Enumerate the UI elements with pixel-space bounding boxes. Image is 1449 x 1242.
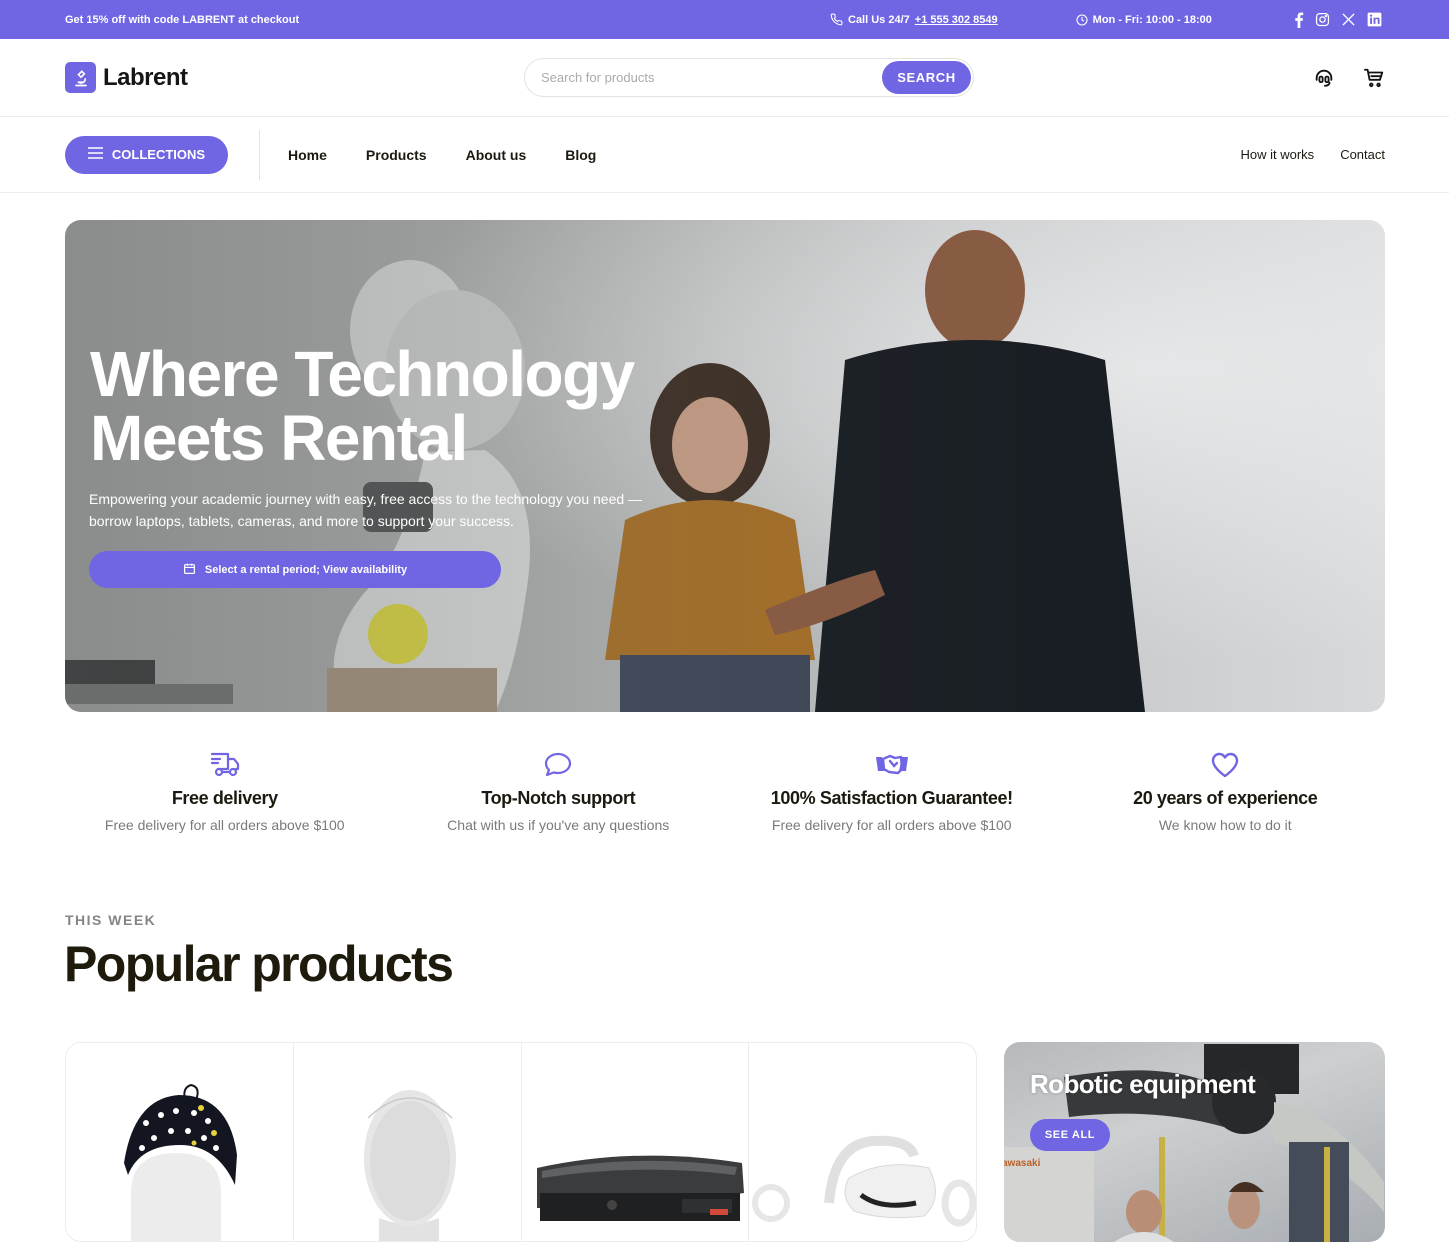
- nav-link-how-it-works[interactable]: How it works: [1241, 147, 1315, 162]
- clock-icon: [1076, 13, 1088, 26]
- feature-text: Free delivery for all orders above $100: [771, 817, 1012, 833]
- cart-icon[interactable]: [1363, 67, 1385, 94]
- feature-item: Top-Notch support Chat with us if you've…: [392, 750, 726, 833]
- product-image-ar-headset: [536, 1155, 744, 1221]
- feature-title: 20 years of experience: [1133, 788, 1318, 808]
- main-navigation: COLLECTIONS Home Products About us Blog …: [0, 117, 1449, 193]
- hero-subtitle: Empowering your academic journey with ea…: [89, 491, 643, 529]
- x-icon[interactable]: [1341, 12, 1356, 27]
- facebook-icon[interactable]: [1294, 11, 1304, 28]
- category-card-robotic-equipment[interactable]: awasaki Robotic equipment SEE ALL: [1004, 1042, 1385, 1242]
- delivery-truck-icon: [58, 750, 392, 780]
- microscope-logo-icon: [65, 62, 96, 93]
- hero-banner: Where Technology Meets Rental Empowering…: [65, 220, 1385, 712]
- linkedin-icon[interactable]: [1367, 12, 1382, 27]
- nav-link-contact[interactable]: Contact: [1340, 147, 1385, 162]
- chat-bubble-icon: [392, 750, 726, 780]
- call-info: Call Us 24/7 +1 555 302 8549: [830, 13, 998, 26]
- feature-item: 100% Satisfaction Guarantee! Free delive…: [725, 750, 1059, 833]
- feature-item: Free delivery Free delivery for all orde…: [58, 750, 392, 833]
- promo-code: LABRENT: [182, 13, 235, 26]
- see-all-button[interactable]: SEE ALL: [1030, 1119, 1110, 1151]
- hero-title: Where Technology Meets Rental: [90, 338, 635, 474]
- support-headset-icon[interactable]: [1313, 67, 1335, 94]
- brand-name: Labrent: [103, 63, 188, 91]
- nav-link-products[interactable]: Products: [366, 147, 427, 163]
- instagram-icon[interactable]: [1315, 12, 1330, 27]
- product-card[interactable]: [66, 1043, 294, 1241]
- product-image-eeg-cap: [124, 1083, 237, 1241]
- nav-link-blog[interactable]: Blog: [565, 147, 596, 163]
- rental-period-button[interactable]: Select a rental period; View availabilit…: [89, 551, 501, 588]
- promo-top-bar: Get 15% off with code LABRENT at checkou…: [0, 0, 1449, 39]
- search-button[interactable]: SEARCH: [882, 61, 971, 94]
- product-image-vr-headset: [752, 1135, 976, 1227]
- feature-title: Free delivery: [171, 788, 278, 808]
- feature-title: 100% Satisfaction Guarantee!: [770, 788, 1013, 808]
- feature-text: Chat with us if you've any questions: [447, 817, 670, 833]
- calendar-icon: [183, 562, 196, 578]
- hamburger-menu-icon: [87, 147, 103, 162]
- social-links: [1294, 11, 1382, 28]
- phone-icon: [830, 13, 843, 26]
- section-title: Popular products: [64, 936, 454, 992]
- collections-button[interactable]: COLLECTIONS: [65, 135, 228, 174]
- site-header: Labrent SEARCH: [0, 39, 1449, 117]
- product-card[interactable]: [522, 1043, 750, 1241]
- product-card[interactable]: [294, 1043, 522, 1241]
- feature-text: Free delivery for all orders above $100: [104, 817, 345, 833]
- feature-item: 20 years of experience We know how to do…: [1059, 750, 1393, 833]
- opening-hours: Mon - Fri: 10:00 - 18:00: [1076, 14, 1212, 26]
- product-image-mannequin-head: [363, 1090, 456, 1241]
- product-card[interactable]: [749, 1043, 976, 1241]
- heart-icon: [1059, 750, 1393, 780]
- category-title: Robotic equipment: [1030, 1069, 1256, 1099]
- promo-text: Get 15% off with code LABRENT at checkou…: [65, 13, 300, 26]
- nav-divider: [259, 129, 260, 180]
- brand-logo[interactable]: Labrent: [65, 62, 188, 93]
- product-grid: [65, 1042, 977, 1242]
- feature-text: We know how to do it: [1158, 817, 1292, 833]
- phone-link[interactable]: +1 555 302 8549: [915, 14, 998, 26]
- handshake-icon: [725, 750, 1059, 780]
- features-row: Free delivery Free delivery for all orde…: [58, 750, 1392, 833]
- nav-link-about-us[interactable]: About us: [466, 147, 527, 163]
- feature-title: Top-Notch support: [481, 788, 636, 808]
- search-bar: SEARCH: [524, 58, 974, 97]
- section-eyebrow: THIS WEEK: [65, 912, 157, 928]
- nav-link-home[interactable]: Home: [288, 147, 327, 163]
